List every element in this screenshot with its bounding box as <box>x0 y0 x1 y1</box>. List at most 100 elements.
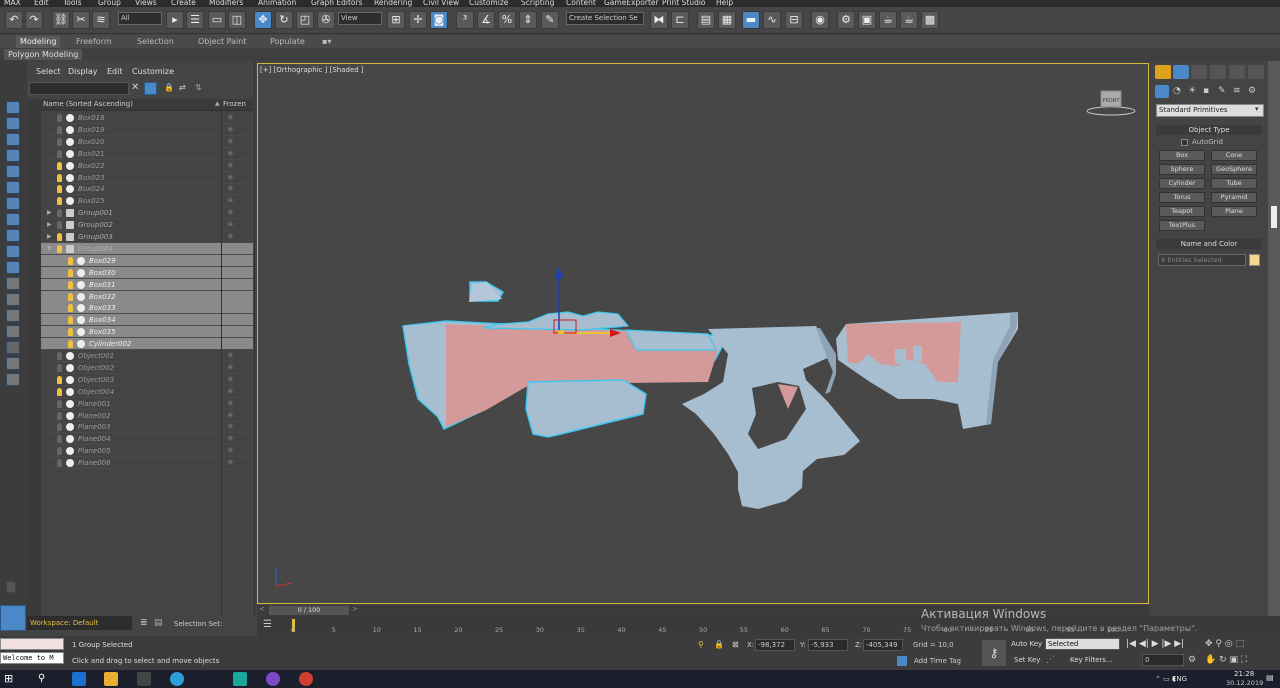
rotate-button[interactable]: ↻ <box>275 11 293 29</box>
clock-time[interactable]: 21:28 <box>1234 670 1254 678</box>
key-filters-button[interactable]: Key Filters... <box>1070 656 1113 664</box>
visibility-bulb-icon[interactable] <box>68 304 73 313</box>
schematic-view-button[interactable]: ⊟ <box>785 11 803 29</box>
cameras-category-icon[interactable]: ▪ <box>1203 86 1209 96</box>
named-selection-sets-input[interactable]: Create Selection Se <box>566 12 644 25</box>
align-button[interactable]: ⊏ <box>671 11 689 29</box>
render-iterative-button[interactable]: ☕ <box>900 11 918 29</box>
redo-button[interactable]: ↷ <box>25 11 43 29</box>
y-coord-input[interactable]: -5,933 <box>808 639 848 651</box>
time-next-icon[interactable]: > <box>352 605 358 613</box>
frozen-toggle-icon[interactable]: ✳ <box>227 326 234 338</box>
clock-date[interactable]: 30.12.2019 <box>1226 679 1263 687</box>
frozen-toggle-icon[interactable]: ✳ <box>227 445 234 457</box>
display-bones-icon[interactable] <box>6 229 20 242</box>
frozen-toggle-icon[interactable]: ✳ <box>227 302 234 314</box>
language-indicator[interactable]: ENG <box>1172 675 1187 683</box>
notifications-icon[interactable]: ▤ <box>1266 673 1274 682</box>
display-containers-icon[interactable] <box>6 245 20 258</box>
visibility-bulb-icon[interactable] <box>57 447 62 456</box>
frozen-toggle-icon[interactable]: ✳ <box>227 124 234 136</box>
display-geometry-icon[interactable] <box>6 101 20 114</box>
z-coord-input[interactable]: -405,349 <box>863 639 903 651</box>
mirror-button[interactable]: ⧓ <box>650 11 668 29</box>
frozen-toggle-icon[interactable]: ✳ <box>227 421 234 433</box>
sync-selection-icon[interactable]: ⇄ <box>179 83 186 92</box>
frozen-toggle-icon[interactable]: ✳ <box>227 231 234 243</box>
name-column-header[interactable]: Name (Sorted Ascending) <box>43 100 133 108</box>
visibility-bulb-icon[interactable] <box>57 161 62 170</box>
display-spacewarps-icon[interactable] <box>6 181 20 194</box>
explorer-column-header[interactable]: Name (Sorted Ascending) ▲ Frozen <box>41 99 253 111</box>
layer-manager-icon[interactable]: ≣ <box>140 618 148 628</box>
undo-button[interactable]: ↶ <box>5 11 23 29</box>
lock-icon[interactable]: 🔒 <box>164 83 174 92</box>
textplus-button[interactable]: TextPlus <box>1159 220 1205 231</box>
spacewarps-category-icon[interactable]: ≋ <box>1233 86 1241 96</box>
hierarchy-icon[interactable] <box>6 373 20 386</box>
ribbon-options-icon[interactable]: ▪▾ <box>318 36 335 48</box>
explorer-menu-select[interactable]: Select <box>36 67 61 76</box>
visibility-bulb-icon[interactable] <box>68 256 73 265</box>
visibility-bulb-icon[interactable] <box>57 173 62 182</box>
visibility-bulb-icon[interactable] <box>57 221 62 230</box>
visibility-bulb-icon[interactable] <box>57 423 62 432</box>
viewport-nav-controls[interactable]: ✥ ⚲ ◎ ⬚ <box>1205 639 1244 649</box>
select-object-button[interactable]: ▸ <box>166 11 184 29</box>
frozen-toggle-icon[interactable]: ✳ <box>227 172 234 184</box>
selection-lock-icon[interactable]: 🔒 <box>714 640 724 649</box>
menu-create[interactable]: Create <box>171 0 196 7</box>
isolate-selection-icon[interactable]: ⚲ <box>698 640 704 649</box>
menu-print-studio[interactable]: Print Studio <box>662 0 706 7</box>
menu-civil-view[interactable]: Civil View <box>423 0 459 7</box>
explorer-scroll-track[interactable] <box>27 99 41 616</box>
visibility-bulb-icon[interactable] <box>57 244 62 253</box>
utilities-tab-icon[interactable] <box>1248 65 1264 79</box>
torus-button[interactable]: Torus <box>1159 192 1205 203</box>
layer-explorer-icon[interactable]: ▤ <box>154 618 163 628</box>
explorer-icon[interactable] <box>104 672 118 686</box>
mini-curve-editor-icon[interactable]: ☰ <box>263 619 275 631</box>
display-frozen-icon[interactable] <box>6 261 20 274</box>
set-key-icon[interactable]: ⚷ <box>982 640 1006 666</box>
window-crossing-button[interactable]: ◫ <box>228 11 246 29</box>
time-config-icon[interactable]: ⚙ <box>1188 655 1196 665</box>
link-button[interactable]: ⛓ <box>52 11 70 29</box>
menu-tools[interactable]: Tools <box>63 0 81 7</box>
menu-customize[interactable]: Customize <box>469 0 508 7</box>
frozen-toggle-icon[interactable]: ✳ <box>227 314 234 326</box>
frozen-toggle-icon[interactable]: ✳ <box>227 148 234 160</box>
store-icon[interactable] <box>137 672 151 686</box>
selection-filter-dropdown[interactable]: All <box>118 12 162 25</box>
chevron-right-icon[interactable]: ▶ <box>47 231 52 243</box>
shapes-category-icon[interactable]: ◔ <box>1173 86 1181 96</box>
visibility-bulb-icon[interactable] <box>57 233 62 241</box>
select-by-name-button[interactable]: ☰ <box>186 11 204 29</box>
menu-graph-editors[interactable]: Graph Editors <box>311 0 363 7</box>
menu-rendering[interactable]: Rendering <box>374 0 412 7</box>
frozen-toggle-icon[interactable]: ✳ <box>227 207 234 219</box>
frozen-toggle-icon[interactable]: ✳ <box>227 112 234 124</box>
display-groups-icon[interactable] <box>6 197 20 210</box>
helpers-category-icon[interactable]: ✎ <box>1218 86 1226 96</box>
tab-freeform[interactable]: Freeform <box>72 36 116 48</box>
default-tangent-icon[interactable]: ⋰ <box>1046 655 1055 665</box>
frozen-toggle-icon[interactable]: ✳ <box>227 243 234 255</box>
maxscript-listener-icon[interactable] <box>0 605 26 631</box>
scroll-thumb[interactable] <box>1271 206 1277 228</box>
pivot-center-button[interactable]: ⊞ <box>387 11 405 29</box>
menu-scripting[interactable]: Scripting <box>521 0 554 7</box>
frozen-toggle-icon[interactable]: ✳ <box>227 398 234 410</box>
frozen-toggle-icon[interactable]: ✳ <box>227 338 234 350</box>
polygon-modeling-panel[interactable]: Polygon Modeling <box>4 49 83 60</box>
find-case-icon[interactable] <box>144 82 157 95</box>
key-selection-dropdown[interactable]: Selected <box>1045 638 1120 650</box>
motion-tab-icon[interactable] <box>1210 65 1226 79</box>
set-key-button[interactable]: Set Key <box>1014 656 1040 664</box>
viewcube[interactable]: FRONT <box>1086 90 1136 116</box>
filter-icon[interactable] <box>6 341 20 354</box>
frozen-toggle-icon[interactable]: ✳ <box>227 291 234 303</box>
display-shapes-icon[interactable] <box>6 117 20 130</box>
explorer-menu-display[interactable]: Display <box>68 67 98 76</box>
hierarchy-mode-icon[interactable]: ⇅ <box>195 83 202 92</box>
